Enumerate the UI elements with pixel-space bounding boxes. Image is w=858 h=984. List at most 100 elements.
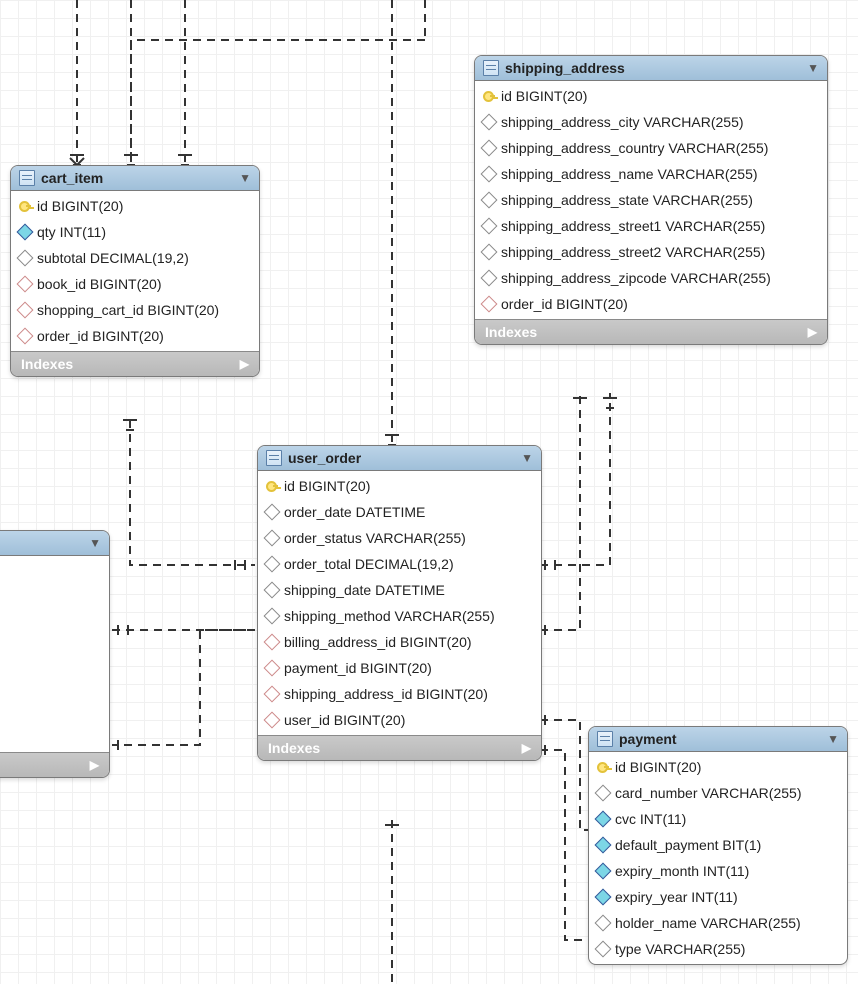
column-row[interactable]: expiry_year INT(11) [589,884,847,910]
table-icon [597,731,613,747]
column-row[interactable]: shipping_address_city VARCHAR(255) [475,109,827,135]
column-definition: cvc INT(11) [615,811,686,827]
column-row[interactable]: RCHAR(255) [0,636,109,662]
column-icon [481,218,498,235]
foreign-key-icon [264,634,281,651]
column-icon [481,270,498,287]
column-icon [481,166,498,183]
foreign-key-icon [264,660,281,677]
column-row[interactable]: shopping_cart_id BIGINT(20) [11,297,259,323]
entity-header[interactable]: ▼ [0,531,109,556]
triangle-right-icon: ▶ [240,357,249,371]
column-definition: shopping_cart_id BIGINT(20) [37,302,219,318]
column-row[interactable]: id BIGINT(20) [589,754,847,780]
primary-key-icon [19,200,31,212]
indexes-section[interactable]: Indexes ▶ [258,735,541,760]
column-row[interactable]: payment_id BIGINT(20) [258,655,541,681]
column-row[interactable]: order_id BIGINT(20) [475,291,827,317]
column-definition: qty INT(11) [37,224,106,240]
chevron-down-icon[interactable]: ▼ [521,451,533,465]
column-row[interactable]: book_id BIGINT(20) [11,271,259,297]
column-row[interactable]: shipping_address_id BIGINT(20) [258,681,541,707]
column-notnull-icon [17,224,34,241]
column-definition: order_id BIGINT(20) [501,296,628,312]
column-definition: billing_address_id BIGINT(20) [284,634,472,650]
column-row[interactable]: id BIGINT(20) [475,83,827,109]
entity-payment[interactable]: payment ▼ id BIGINT(20)card_number VARCH… [588,726,848,965]
column-icon [264,582,281,599]
column-row[interactable]: order_id BIGINT(20) [11,323,259,349]
column-row[interactable]: shipping_address_state VARCHAR(255) [475,187,827,213]
column-row[interactable]: expiry_month INT(11) [589,858,847,884]
column-row[interactable]: shipping_address_street2 VARCHAR(255) [475,239,827,265]
foreign-key-icon [17,328,34,345]
column-list: HAR(255)ARCHAR(255)RCHAR(255)RCHAR(255)R… [0,556,109,752]
column-row[interactable]: id BIGINT(20) [11,193,259,219]
column-row[interactable]: ARCHAR(255) [0,584,109,610]
column-icon [481,114,498,131]
indexes-section[interactable]: Indexes ▶ [475,319,827,344]
column-row[interactable]: shipping_address_name VARCHAR(255) [475,161,827,187]
column-icon [481,140,498,157]
entity-shipping-address[interactable]: shipping_address ▼ id BIGINT(20) shipping… [474,55,828,345]
entity-header[interactable]: cart_item ▼ [11,166,259,191]
column-row[interactable] [0,714,109,724]
entity-header[interactable]: user_order ▼ [258,446,541,471]
column-notnull-icon [595,837,612,854]
column-row[interactable]: shipping_method VARCHAR(255) [258,603,541,629]
column-definition: shipping_address_id BIGINT(20) [284,686,488,702]
column-icon [595,785,612,802]
column-definition: user_id BIGINT(20) [284,712,405,728]
column-row[interactable]: RCHAR(255) [0,662,109,688]
chevron-down-icon[interactable]: ▼ [239,171,251,185]
column-row[interactable]: billing_address_id BIGINT(20) [258,629,541,655]
entity-cart-item[interactable]: cart_item ▼ id BIGINT(20) qty INT(11) subt… [10,165,260,377]
column-row[interactable]: type VARCHAR(255) [589,936,847,962]
column-row[interactable]: RCHAR(255) [0,610,109,636]
entity-header[interactable]: shipping_address ▼ [475,56,827,81]
indexes-section[interactable]: Indexes ▶ [11,351,259,376]
foreign-key-icon [17,276,34,293]
column-definition: order_status VARCHAR(255) [284,530,466,546]
column-definition: expiry_year INT(11) [615,889,738,905]
column-definition: id BIGINT(20) [501,88,587,104]
column-row[interactable]: subtotal DECIMAL(19,2) [11,245,259,271]
column-row[interactable]: holder_name VARCHAR(255) [589,910,847,936]
column-row[interactable]: order_date DATETIME [258,499,541,525]
indexes-section[interactable]: Indexes ▶ [0,752,109,777]
column-icon [17,250,34,267]
column-row[interactable]: order_status VARCHAR(255) [258,525,541,551]
column-row[interactable]: qty INT(11) [11,219,259,245]
column-row[interactable]: ARCHAR(255) [0,688,109,714]
column-notnull-icon [595,811,612,828]
column-row[interactable]: CHAR(255) [0,724,109,750]
column-row[interactable]: shipping_address_zipcode VARCHAR(255) [475,265,827,291]
chevron-down-icon[interactable]: ▼ [827,732,839,746]
primary-key-icon [266,480,278,492]
column-row[interactable]: user_id BIGINT(20) [258,707,541,733]
column-row[interactable]: cvc INT(11) [589,806,847,832]
column-row[interactable]: order_total DECIMAL(19,2) [258,551,541,577]
column-row[interactable]: shipping_address_country VARCHAR(255) [475,135,827,161]
column-definition: shipping_date DATETIME [284,582,445,598]
column-icon [264,608,281,625]
triangle-right-icon: ▶ [808,325,817,339]
entity-title: shipping_address [505,60,801,76]
column-row[interactable]: card_number VARCHAR(255) [589,780,847,806]
triangle-right-icon: ▶ [522,741,531,755]
entity-header[interactable]: payment ▼ [589,727,847,752]
entity-partial-left[interactable]: ▼ HAR(255)ARCHAR(255)RCHAR(255)RCHAR(255… [0,530,110,778]
foreign-key-icon [481,296,498,313]
chevron-down-icon[interactable]: ▼ [807,61,819,75]
column-row[interactable]: HAR(255) [0,558,109,584]
entity-user-order[interactable]: user_order ▼ id BIGINT(20)order_date DAT… [257,445,542,761]
column-row[interactable]: shipping_address_street1 VARCHAR(255) [475,213,827,239]
column-definition: holder_name VARCHAR(255) [615,915,801,931]
column-row[interactable]: default_payment BIT(1) [589,832,847,858]
column-icon [481,244,498,261]
indexes-label: Indexes [21,356,73,372]
chevron-down-icon[interactable]: ▼ [89,536,101,550]
column-row[interactable]: id BIGINT(20) [258,473,541,499]
column-list: id BIGINT(20)card_number VARCHAR(255) cvc… [589,752,847,964]
column-row[interactable]: shipping_date DATETIME [258,577,541,603]
